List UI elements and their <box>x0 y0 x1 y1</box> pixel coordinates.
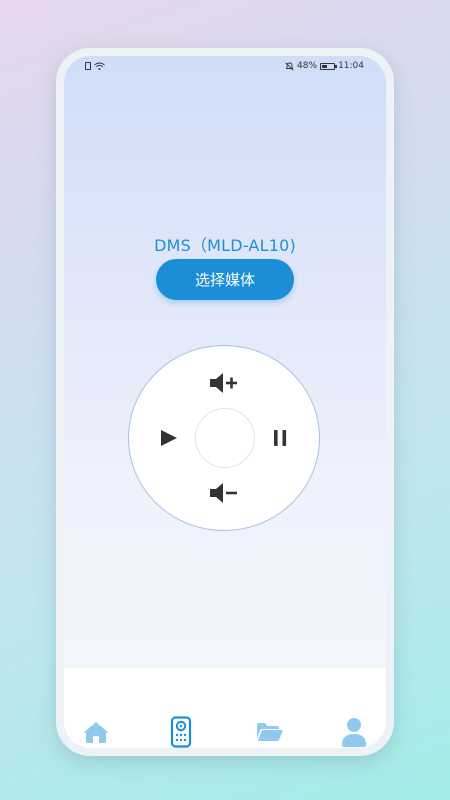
user-icon <box>342 718 366 747</box>
battery-icon <box>320 62 338 70</box>
sim-card-icon <box>85 62 91 70</box>
clock: 11:04 <box>338 61 364 71</box>
tab-home[interactable] <box>80 716 112 748</box>
tab-remote[interactable] <box>165 716 197 748</box>
volume-down-icon <box>210 483 237 503</box>
pause-button[interactable] <box>270 426 292 450</box>
battery-percent: 48% <box>297 61 318 71</box>
play-button[interactable] <box>158 426 180 450</box>
wifi-icon <box>94 62 105 70</box>
tab-files[interactable] <box>253 716 285 748</box>
pause-icon <box>274 430 287 446</box>
status-left <box>85 62 105 70</box>
volume-down-button[interactable] <box>208 480 242 506</box>
bottom-tab-bar <box>64 668 386 748</box>
status-bar: 48% 11:04 <box>64 56 386 80</box>
app-screen: 48% 11:04 DMS（MLD-AL10) 选择媒体 <box>64 56 386 748</box>
volume-up-icon <box>210 373 237 393</box>
phone-frame: 48% 11:04 DMS（MLD-AL10) 选择媒体 <box>56 48 394 756</box>
remote-control-icon <box>170 716 192 748</box>
home-icon <box>84 722 108 743</box>
remote-control-pad <box>128 345 320 531</box>
status-right: 48% 11:04 <box>285 61 364 71</box>
ok-button[interactable] <box>195 408 255 468</box>
volume-up-button[interactable] <box>208 370 242 396</box>
mute-bell-icon <box>285 61 294 71</box>
tab-profile[interactable] <box>338 716 370 748</box>
folder-icon <box>257 723 283 741</box>
device-name: DMS（MLD-AL10) <box>154 236 296 255</box>
select-media-button[interactable]: 选择媒体 <box>156 259 294 300</box>
battery-fill <box>322 64 328 68</box>
play-icon <box>161 430 177 446</box>
